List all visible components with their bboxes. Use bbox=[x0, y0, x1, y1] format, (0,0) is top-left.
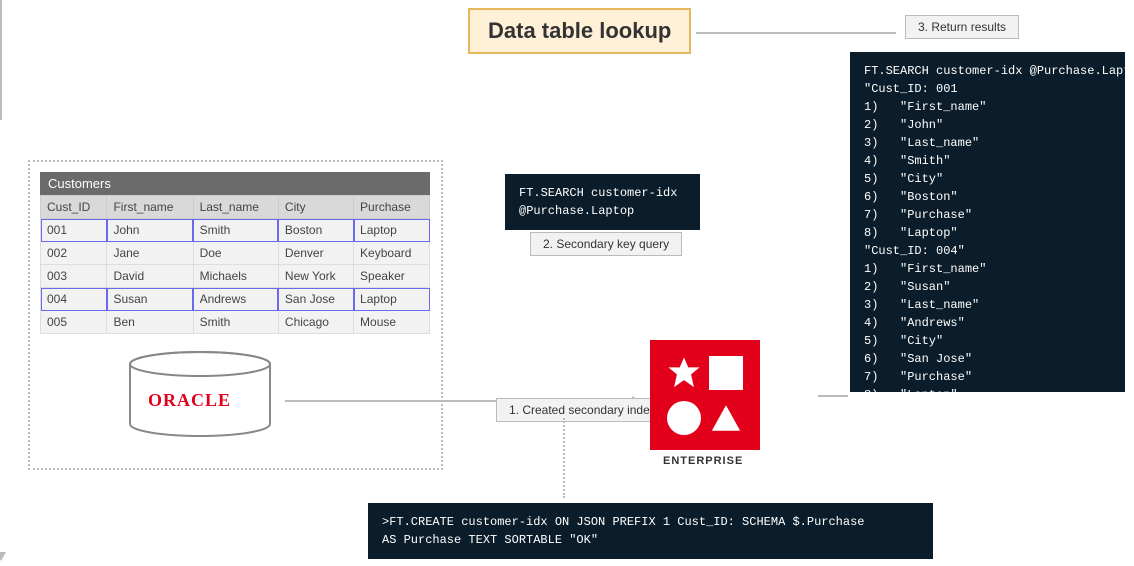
enterprise-label: ENTERPRISE bbox=[663, 455, 743, 467]
circle-icon bbox=[667, 401, 701, 435]
table-cell: Susan bbox=[107, 288, 193, 311]
table-cell: Andrews bbox=[193, 288, 278, 311]
table-cell: Keyboard bbox=[354, 242, 430, 265]
table-row: 004SusanAndrewsSan JoseLaptop bbox=[41, 288, 430, 311]
table-cell: San Jose bbox=[278, 288, 353, 311]
connector-line bbox=[818, 395, 848, 397]
table-row: 005BenSmithChicagoMouse bbox=[41, 311, 430, 334]
table-cell: Mouse bbox=[354, 311, 430, 334]
results-code: FT.SEARCH customer-idx @Purchase.Laptop … bbox=[850, 52, 1125, 392]
table-cell: 001 bbox=[41, 219, 107, 242]
table-cell: Chicago bbox=[278, 311, 353, 334]
square-icon bbox=[709, 356, 743, 390]
diagram-title: Data table lookup bbox=[468, 8, 691, 54]
dotted-connector bbox=[563, 418, 565, 498]
triangle-icon bbox=[709, 401, 743, 435]
table-cell: Doe bbox=[193, 242, 278, 265]
table-cell: Denver bbox=[278, 242, 353, 265]
col-header: Cust_ID bbox=[41, 196, 107, 219]
col-header: Purchase bbox=[354, 196, 430, 219]
table-cell: John bbox=[107, 219, 193, 242]
table-cell: 003 bbox=[41, 265, 107, 288]
enterprise-node-icon bbox=[650, 340, 760, 450]
table-row: 001JohnSmithBostonLaptop bbox=[41, 219, 430, 242]
table-cell: Laptop bbox=[354, 288, 430, 311]
col-header: City bbox=[278, 196, 353, 219]
table-cell: 002 bbox=[41, 242, 107, 265]
table-cell: 004 bbox=[41, 288, 107, 311]
table-cell: Michaels bbox=[193, 265, 278, 288]
search-query-code: FT.SEARCH customer-idx @Purchase.Laptop bbox=[505, 174, 700, 230]
table-cell: David bbox=[107, 265, 193, 288]
col-header: First_name bbox=[107, 196, 193, 219]
oracle-logo: ORACLE bbox=[148, 390, 231, 411]
table-cell: New York bbox=[278, 265, 353, 288]
table-cell: Smith bbox=[193, 219, 278, 242]
table-cell: Boston bbox=[278, 219, 353, 242]
star-icon bbox=[667, 356, 701, 390]
arrow-query-down bbox=[0, 0, 2, 120]
table-cell: Speaker bbox=[354, 265, 430, 288]
step-3-label: 3. Return results bbox=[905, 15, 1019, 39]
table-cell: Smith bbox=[193, 311, 278, 334]
table-cell: Laptop bbox=[354, 219, 430, 242]
table-cell: Jane bbox=[107, 242, 193, 265]
customers-table: Customers Cust_ID First_name Last_name C… bbox=[40, 172, 430, 334]
table-caption: Customers bbox=[40, 172, 430, 195]
table-cell: 005 bbox=[41, 311, 107, 334]
create-index-code: >FT.CREATE customer-idx ON JSON PREFIX 1… bbox=[368, 503, 933, 559]
table-row: 002JaneDoeDenverKeyboard bbox=[41, 242, 430, 265]
step-1-label: 1. Created secondary index bbox=[496, 398, 669, 422]
step-2-label: 2. Secondary key query bbox=[530, 232, 682, 256]
col-header: Last_name bbox=[193, 196, 278, 219]
table-cell: Ben bbox=[107, 311, 193, 334]
table-row: 003DavidMichaelsNew YorkSpeaker bbox=[41, 265, 430, 288]
connector-line bbox=[696, 32, 896, 34]
